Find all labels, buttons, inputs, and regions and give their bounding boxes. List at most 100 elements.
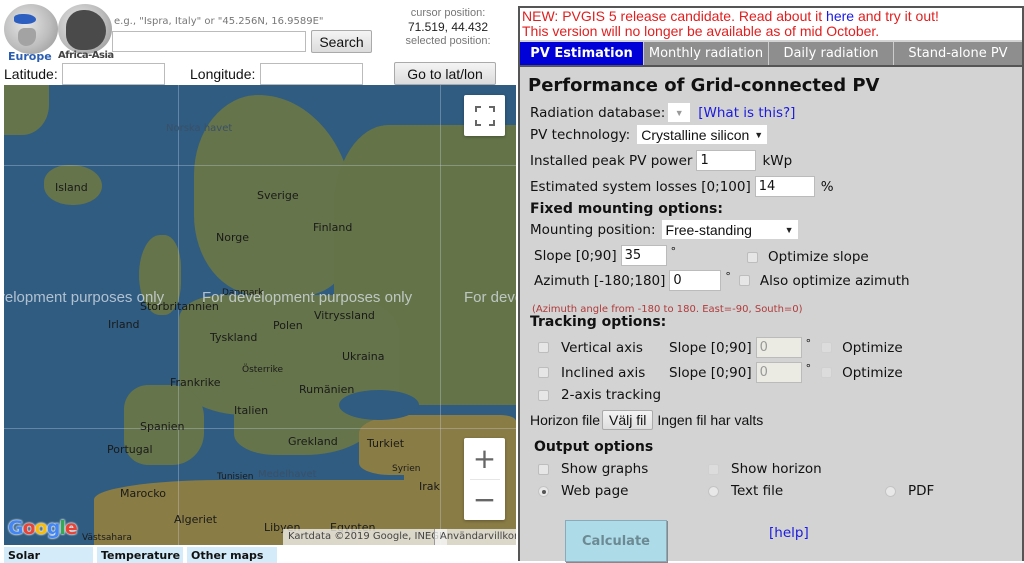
optimize-slope-label: Optimize slope (768, 249, 869, 265)
map-label-vastsahara: Västsahara (82, 533, 132, 543)
map-label-ukraina: Ukraina (342, 350, 385, 363)
show-horizon-checkbox[interactable] (708, 463, 719, 475)
notice-here-link[interactable]: here (826, 8, 854, 24)
map-label-norska-havet: Norska havet (166, 123, 233, 134)
tab-monthly-radiation[interactable]: Monthly radiation (644, 42, 769, 65)
inclined-axis-label: Inclined axis (561, 364, 646, 381)
vertical-optimize-label: Optimize (842, 339, 903, 356)
show-graphs-checkbox[interactable] (538, 463, 549, 475)
europe-label[interactable]: Europe (8, 50, 52, 63)
slope-input[interactable]: 35 (620, 245, 667, 266)
google-logo[interactable]: Google (8, 517, 78, 539)
show-horizon-row: Show horizon (708, 461, 822, 477)
map-label-polen: Polen (273, 319, 303, 332)
pvgis-panel: NEW: PVGIS 5 release candidate. Read abo… (518, 6, 1024, 562)
zoom-in-button[interactable]: + (464, 439, 505, 479)
selected-position-label: selected position: (405, 35, 491, 47)
inclined-axis-checkbox[interactable] (538, 367, 549, 378)
text-file-radio[interactable] (708, 485, 719, 497)
optimize-azimuth-label: Also optimize azimuth (759, 272, 910, 289)
map-label-sverige: Sverige (257, 189, 299, 202)
map-label-italien: Italien (234, 404, 269, 417)
map-label-syrien: Syrien (392, 464, 421, 474)
map-terms-link[interactable]: Användarvillkor (434, 529, 516, 545)
peak-power-label: Installed peak PV power (530, 152, 693, 169)
two-axis-row: 2-axis tracking (538, 387, 661, 403)
map-label-portugal: Portugal (107, 443, 153, 456)
pv-technology-select[interactable]: Crystalline silicon ▼ (637, 125, 768, 144)
map-label-irland: Irland (108, 318, 140, 331)
choose-file-button[interactable]: Välj fil (602, 410, 654, 430)
pdf-label: PDF (908, 483, 935, 499)
calculate-button[interactable]: Calculate (565, 520, 667, 562)
optimize-azimuth-checkbox[interactable] (738, 275, 750, 286)
inclined-slope-label: Slope [0;90] (669, 364, 752, 381)
map-label-vitryssland: Vitryssland (314, 309, 375, 322)
africa-asia-label[interactable]: Africa-Asia (58, 50, 114, 61)
map-label-grekland: Grekland (288, 435, 338, 448)
tab-pv-estimation[interactable]: PV Estimation (520, 42, 644, 65)
location-search-input[interactable] (112, 31, 306, 52)
europe-globe-icon[interactable] (4, 4, 58, 54)
pv-tech-value: Crystalline silicon (641, 126, 750, 143)
search-button[interactable]: Search (311, 30, 372, 53)
chevron-down-icon: ▼ (674, 107, 684, 118)
vertical-axis-checkbox[interactable] (538, 342, 549, 353)
two-axis-checkbox[interactable] (538, 389, 549, 401)
map-canvas[interactable]: Norska havet Island Sverige Finland Norg… (4, 85, 516, 545)
pdf-radio[interactable] (885, 485, 896, 497)
optimize-slope-checkbox[interactable] (747, 251, 758, 263)
zoom-out-button[interactable]: − (464, 480, 505, 520)
tool-tabs: PV Estimation Monthly radiation Daily ra… (520, 42, 1022, 67)
mounting-row: Mounting position: Free-standing ▼ (530, 220, 798, 239)
africa-asia-globe-icon[interactable] (58, 4, 112, 54)
map-label-turkiet: Turkiet (367, 437, 405, 450)
radiation-db-select[interactable]: ▼ (668, 103, 691, 122)
map-label-finland: Finland (313, 221, 353, 234)
slope-row: Slope [0;90] 35 ° (534, 245, 676, 266)
latitude-label: Latitude: (4, 66, 58, 82)
file-status: Ingen fil har valts (657, 412, 764, 428)
vertical-optimize-checkbox[interactable] (821, 342, 833, 353)
vertical-slope-input[interactable]: 0 (755, 337, 802, 358)
text-file-row: Text file (708, 483, 783, 499)
map-label-norge: Norge (216, 231, 250, 244)
azimuth-input[interactable]: 0 (669, 270, 722, 291)
inclined-optimize-checkbox[interactable] (821, 367, 833, 378)
chevron-down-icon: ▼ (754, 129, 764, 140)
help-link[interactable]: [help] (769, 525, 809, 541)
go-to-latlon-button[interactable]: Go to lat/lon (394, 62, 496, 85)
radiation-db-row: Radiation database: ▼ [What is this?] (530, 103, 795, 122)
tab-stand-alone-pv[interactable]: Stand-alone PV (894, 42, 1022, 65)
map-label-island: Island (55, 181, 88, 194)
horizon-label: Horizon file (530, 412, 601, 428)
longitude-input[interactable] (260, 63, 363, 85)
map-panel: Europe Africa-Asia e.g., "Ispra, Italy" … (0, 0, 516, 563)
inclined-slope-input[interactable]: 0 (755, 362, 802, 383)
mounting-position-select[interactable]: Free-standing ▼ (661, 220, 798, 239)
map-label-osterrike: Österrike (242, 365, 284, 375)
map-watermark: For development purposes only (202, 289, 413, 306)
tracking-heading: Tracking options: (530, 314, 667, 330)
peak-power-unit: kWp (762, 152, 793, 169)
web-page-label: Web page (561, 483, 629, 499)
cursor-info: cursor position: 71.519, 44.432 selected… (392, 6, 504, 48)
longitude-label: Longitude: (190, 66, 256, 82)
tab-daily-radiation[interactable]: Daily radiation (769, 42, 894, 65)
pv-tech-row: PV technology: Crystalline silicon ▼ (530, 125, 768, 144)
show-graphs-row: Show graphs (538, 461, 648, 477)
greenland-land (4, 85, 49, 135)
web-page-row: Web page (538, 483, 628, 499)
release-notice: NEW: PVGIS 5 release candidate. Read abo… (520, 8, 1022, 40)
latitude-input[interactable] (62, 63, 165, 85)
fullscreen-button[interactable] (464, 95, 505, 136)
peak-power-input[interactable]: 1 (696, 150, 757, 171)
azimuth-label: Azimuth [-180;180] (534, 272, 666, 289)
inclined-axis-row: Inclined axis Slope [0;90] 0 ° Optimize (538, 362, 903, 383)
peak-power-row: Installed peak PV power 1 kWp (530, 150, 792, 171)
system-losses-input[interactable]: 14 (754, 176, 815, 197)
vertical-axis-label: Vertical axis (561, 339, 643, 356)
web-page-radio[interactable] (538, 485, 549, 497)
form-title: Performance of Grid-connected PV (528, 75, 880, 96)
what-is-this-link[interactable]: [What is this?] (698, 105, 795, 121)
